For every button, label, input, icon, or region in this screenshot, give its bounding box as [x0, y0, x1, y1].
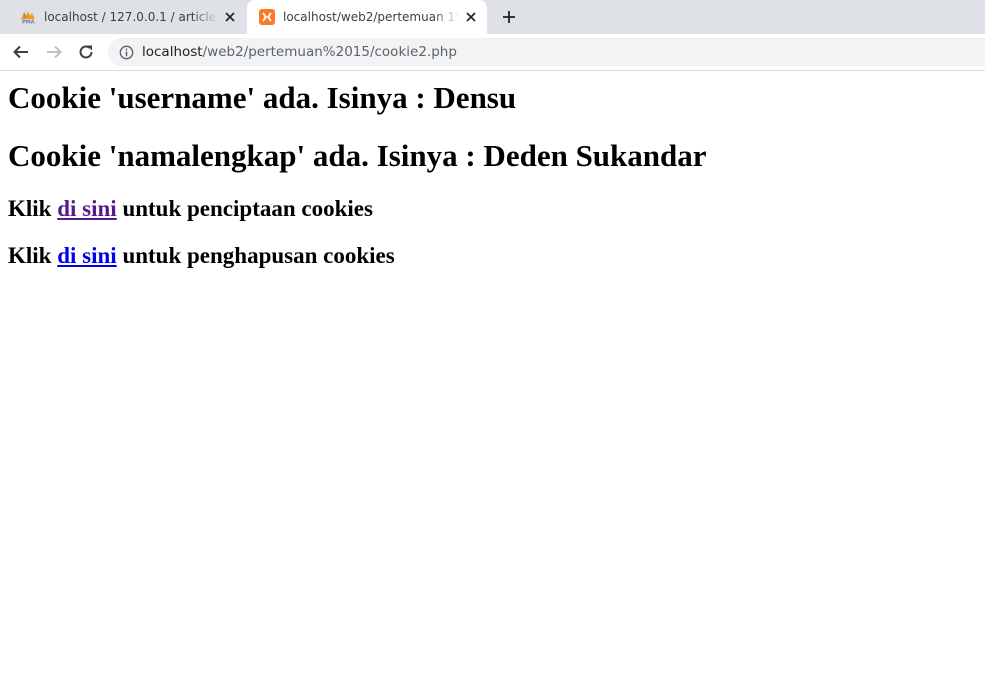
create-cookies-link[interactable]: di sini	[57, 196, 116, 221]
xampp-icon	[259, 9, 275, 25]
tab-title: localhost/web2/pertemuan 15/cookie2.php	[283, 10, 459, 24]
info-icon[interactable]	[118, 44, 134, 60]
url-host: localhost	[142, 44, 203, 60]
tab-strip: PMA localhost / 127.0.0.1 / articles / a…	[0, 0, 985, 34]
address-bar[interactable]: localhost/web2/pertemuan%2015/cookie2.ph…	[108, 38, 985, 66]
svg-text:PMA: PMA	[22, 20, 35, 25]
cookie-username-heading: Cookie 'username' ada. Isinya : Densu	[8, 80, 517, 115]
toolbar: localhost/web2/pertemuan%2015/cookie2.ph…	[0, 34, 985, 71]
delete-cookies-prefix: Klik	[8, 243, 58, 268]
close-icon[interactable]	[222, 9, 238, 25]
arrow-left-icon	[13, 45, 28, 59]
reload-button[interactable]	[75, 41, 97, 63]
create-cookies-prefix: Klik	[8, 196, 58, 221]
close-icon[interactable]	[463, 9, 479, 25]
url-text: localhost/web2/pertemuan%2015/cookie2.ph…	[142, 44, 457, 60]
forward-button[interactable]	[43, 41, 65, 63]
delete-cookies-link[interactable]: di sini	[57, 243, 116, 268]
tab-title: localhost / 127.0.0.1 / articles / artic…	[44, 10, 218, 24]
reload-icon	[79, 45, 93, 59]
back-button[interactable]	[10, 41, 32, 63]
create-cookies-suffix: untuk penciptaan cookies	[116, 196, 373, 221]
url-path: /web2/pertemuan%2015/cookie2.php	[202, 44, 457, 60]
tab-phpmyadmin[interactable]: PMA localhost / 127.0.0.1 / articles / a…	[8, 0, 246, 34]
arrow-right-icon	[47, 45, 62, 59]
phpmyadmin-icon: PMA	[20, 9, 36, 25]
new-tab-button[interactable]	[499, 7, 519, 27]
delete-cookies-suffix: untuk penghapusan cookies	[116, 243, 395, 268]
delete-cookies-line: Klik di sini untuk penghapusan cookies	[8, 242, 395, 270]
tab-cookie2[interactable]: localhost/web2/pertemuan 15/cookie2.php	[247, 0, 487, 34]
browser-window: PMA localhost / 127.0.0.1 / articles / a…	[0, 0, 985, 692]
page-content: Cookie 'username' ada. Isinya : Densu Co…	[0, 71, 985, 692]
create-cookies-line: Klik di sini untuk penciptaan cookies	[8, 195, 373, 223]
cookie-fullname-heading: Cookie 'namalengkap' ada. Isinya : Deden…	[8, 138, 707, 173]
plus-icon	[503, 11, 515, 23]
